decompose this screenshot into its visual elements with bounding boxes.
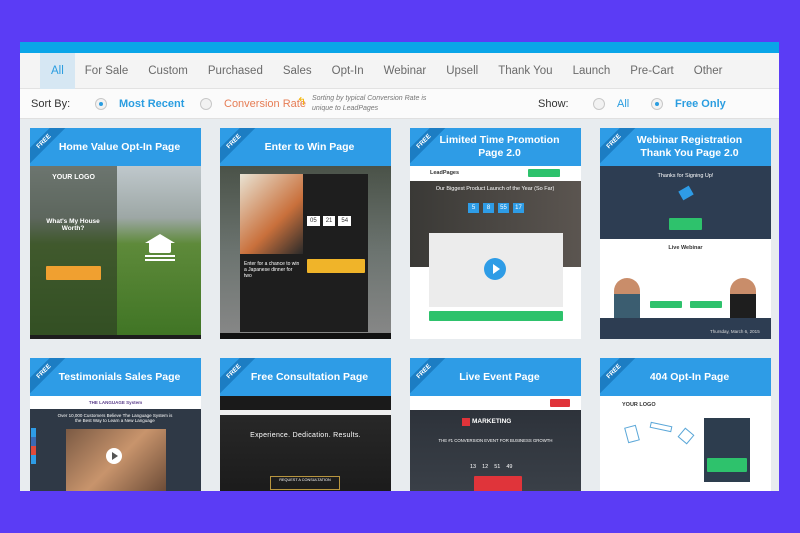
tab-upsell[interactable]: Upsell xyxy=(436,53,488,89)
template-preview: Thanks for Signing Up! Live Webinar Thur… xyxy=(600,166,771,339)
preview-headline: Thanks for Signing Up! xyxy=(657,173,714,179)
show-free-only-radio[interactable]: Free Only xyxy=(651,97,726,110)
paper-plane-icon xyxy=(649,421,673,433)
social-share-bar xyxy=(31,428,36,464)
preview-headline: Experience. Dedication. Results. xyxy=(250,432,361,439)
tab-sales[interactable]: Sales xyxy=(273,53,322,89)
template-card-home-value[interactable]: FREE Home Value Opt-In Page YOUR LOGO Wha… xyxy=(30,128,201,339)
paper-plane-icon xyxy=(677,427,695,445)
sort-by-label: Sort By: xyxy=(31,97,71,110)
tab-custom[interactable]: Custom xyxy=(138,53,198,89)
preview-cta xyxy=(474,476,522,491)
free-badge: FREE xyxy=(600,358,640,397)
template-card-webinar-thank-you[interactable]: FREE Webinar Registration Thank You Page … xyxy=(600,128,771,339)
filter-tabs: All For Sale Custom Purchased Sales Opt-… xyxy=(20,52,779,89)
template-title: Limited Time Promotion Page 2.0 xyxy=(439,134,560,159)
preview-headline: Our Biggest Product Launch of the Year (… xyxy=(435,186,555,192)
sort-most-recent-radio[interactable]: Most Recent xyxy=(95,97,185,110)
tab-thank-you[interactable]: Thank You xyxy=(488,53,562,89)
free-badge: FREE xyxy=(410,358,450,397)
tab-pre-cart[interactable]: Pre-Cart xyxy=(620,53,683,89)
play-icon[interactable] xyxy=(106,448,122,464)
brand-logo: MARKETING xyxy=(472,418,512,425)
sort-bar: Sort By: Most Recent Conversion Rate ↰ S… xyxy=(20,89,779,119)
play-icon[interactable] xyxy=(484,258,506,280)
template-card-404-opt-in[interactable]: FREE 404 Opt-In Page YOUR LOGO xyxy=(600,358,771,491)
template-card-testimonials-sales[interactable]: FREE Testimonials Sales Page THE LANGUAGE… xyxy=(30,358,201,491)
preview-cta xyxy=(429,311,563,321)
radio-unselected-icon xyxy=(200,97,212,110)
template-preview: YOUR LOGO xyxy=(600,396,771,491)
template-gallery: All For Sale Custom Purchased Sales Opt-… xyxy=(20,42,779,491)
radio-unselected-icon xyxy=(593,97,605,110)
template-title: 404 Opt-In Page xyxy=(649,370,730,383)
template-title: Live Event Page xyxy=(459,370,540,383)
presenter-photo xyxy=(730,278,756,318)
tab-other[interactable]: Other xyxy=(684,53,733,89)
top-accent-bar xyxy=(20,42,779,53)
template-preview: MARKETING THE #1 CONVERSION EVENT FOR BU… xyxy=(410,396,581,491)
preview-cta xyxy=(707,458,747,472)
template-preview: YOUR LOGO What's My House Worth? xyxy=(30,166,201,339)
preview-headline: THE #1 CONVERSION EVENT FOR BUSINESS GRO… xyxy=(438,438,553,443)
tab-webinar[interactable]: Webinar xyxy=(374,53,437,89)
countdown-timer: 05 21 54 xyxy=(307,216,352,226)
template-title: Free Consultation Page xyxy=(250,370,369,383)
preview-cta xyxy=(669,218,702,230)
tab-purchased[interactable]: Purchased xyxy=(198,53,273,89)
template-preview: Experience. Dedication. Results. REQUEST… xyxy=(220,396,391,491)
house-dollar-icon xyxy=(145,234,175,262)
preview-date: Thursday, March 6, 2015 xyxy=(710,329,760,334)
sort-most-recent-label: Most Recent xyxy=(119,97,185,110)
template-preview: 05 21 54 Enter for a chance to win a Jap… xyxy=(220,166,391,339)
preview-cta xyxy=(46,266,101,280)
template-title: Enter to Win Page xyxy=(264,140,355,153)
curved-arrow-icon: ↰ xyxy=(297,96,307,108)
countdown-timer: 13 12 51 49 xyxy=(470,464,513,470)
preview-text: Enter for a chance to win a Japanese din… xyxy=(244,261,300,279)
tab-opt-in[interactable]: Opt-In xyxy=(322,53,374,89)
paper-icon xyxy=(624,424,640,444)
logo-placeholder: YOUR LOGO xyxy=(52,174,95,181)
radio-selected-icon xyxy=(651,97,663,110)
preview-header-button xyxy=(528,169,560,177)
template-card-live-event[interactable]: FREE Live Event Page MARKETING THE #1 CON… xyxy=(410,358,581,491)
template-card-enter-to-win[interactable]: FREE Enter to Win Page 05 21 54 Enter for… xyxy=(220,128,391,339)
sort-conversion-rate-label: Conversion Rate xyxy=(224,97,306,110)
template-title: Testimonials Sales Page xyxy=(58,370,181,383)
sort-conversion-rate-radio[interactable]: Conversion Rate xyxy=(200,97,306,110)
free-badge: FREE xyxy=(220,128,260,167)
template-preview: THE LANGUAGE System Over 10,000 Customer… xyxy=(30,396,201,491)
template-preview: LeadPages Our Biggest Product Launch of … xyxy=(410,166,581,339)
preview-section-title: Live Webinar xyxy=(668,245,703,251)
countdown-timer: 5 8 55 17 xyxy=(468,203,524,213)
template-card-limited-time-promo[interactable]: FREE Limited Time Promotion Page 2.0 Lead… xyxy=(410,128,581,339)
preview-cta xyxy=(307,259,365,273)
brand-icon xyxy=(462,418,470,426)
preview-cta: REQUEST A CONSULTATION xyxy=(279,478,331,482)
sort-hint-text: Sorting by typical Conversion Rate is un… xyxy=(312,95,427,112)
preview-headline: What's My House Worth? xyxy=(46,218,100,232)
tab-launch[interactable]: Launch xyxy=(563,53,621,89)
presenter-photo xyxy=(614,278,640,318)
radio-selected-icon xyxy=(95,97,107,110)
show-label: Show: xyxy=(538,97,569,110)
tab-for-sale[interactable]: For Sale xyxy=(75,53,138,89)
sushi-image xyxy=(240,174,303,254)
show-free-only-label: Free Only xyxy=(675,97,726,110)
show-all-radio[interactable]: All xyxy=(593,97,630,110)
tab-all[interactable]: All xyxy=(40,52,75,89)
logo-placeholder: YOUR LOGO xyxy=(622,402,656,408)
show-all-label: All xyxy=(617,97,630,110)
preview-headline: Over 10,000 Customers Believe The Langua… xyxy=(57,413,173,423)
template-title: Home Value Opt-In Page xyxy=(58,140,181,153)
template-card-free-consultation[interactable]: FREE Free Consultation Page Experience. D… xyxy=(220,358,391,491)
template-title: Webinar Registration Thank You Page 2.0 xyxy=(636,134,743,159)
brand-logo: LeadPages xyxy=(430,170,460,176)
brand-logo: THE LANGUAGE System xyxy=(88,400,143,405)
